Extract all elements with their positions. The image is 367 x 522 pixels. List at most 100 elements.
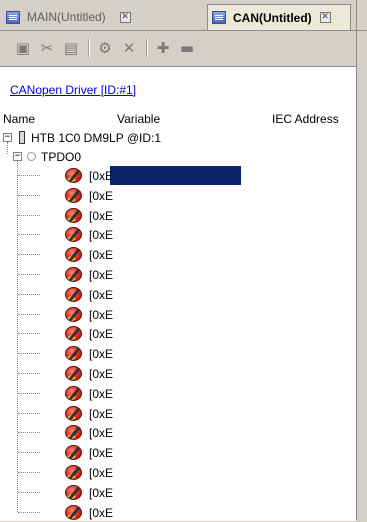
pdo-entry-icon [65, 247, 82, 262]
entry-label: [0xE [89, 486, 114, 500]
pdo-entry-icon [65, 168, 82, 183]
pdo-entry-icon [65, 505, 82, 520]
entry-label: [0xE [89, 268, 114, 282]
tree-line [18, 492, 40, 493]
tree-line [18, 373, 40, 374]
tree-line [18, 195, 40, 196]
entry-label: [0xE [89, 288, 114, 302]
tree-entry-row[interactable]: [0xE [0, 503, 356, 522]
cut-icon[interactable]: ✂ [38, 39, 56, 57]
tree-entry-row[interactable]: [0xE [0, 305, 356, 324]
tree-line [18, 254, 40, 255]
pdo-entry-icon [65, 346, 82, 361]
toolbar-separator [146, 39, 148, 57]
tree-entry-row[interactable]: [0xE [0, 443, 356, 462]
pdo-entry-icon [65, 386, 82, 401]
remove-icon[interactable]: ▬ [178, 39, 196, 57]
device-icon [19, 131, 25, 144]
add-icon[interactable]: ✚ [154, 39, 172, 57]
column-name[interactable]: Name [3, 112, 35, 126]
tree-entry-row[interactable]: [0xE [0, 166, 356, 185]
tree-line [18, 333, 40, 334]
panel-border [356, 0, 357, 520]
tree-line [18, 314, 40, 315]
tree-line [18, 234, 40, 235]
pdo-entry-icon [65, 227, 82, 242]
entry-label: [0xE [89, 407, 114, 421]
delete-icon[interactable]: ✕ [120, 39, 138, 57]
pdo-entry-icon [65, 366, 82, 381]
entry-label: [0xE [89, 347, 114, 361]
tree-line [18, 215, 40, 216]
tree-device-row[interactable]: − HTB 1C0 DM9LP @ID:1 [0, 128, 356, 147]
entry-label: [0xE [89, 308, 114, 322]
new-icon[interactable]: ▣ [14, 39, 32, 57]
variable-edit-field[interactable] [110, 166, 241, 185]
tree-entry-row[interactable]: [0xE [0, 463, 356, 482]
pdo-entry-icon [65, 188, 82, 203]
tree-entry-row[interactable]: [0xE [0, 344, 356, 363]
pdo-entry-icon [65, 445, 82, 460]
pdo-entry-icon [65, 326, 82, 341]
entry-label: [0xE [89, 426, 114, 440]
entry-label: [0xE [89, 189, 114, 203]
device-label: HTB 1C0 DM9LP @ID:1 [31, 131, 162, 145]
tree-entry-row[interactable]: [0xE [0, 245, 356, 264]
tree-entry-row[interactable]: [0xE [0, 483, 356, 502]
column-header: Name Variable IEC Address [0, 110, 356, 126]
pdo-entry-icon [65, 406, 82, 421]
tree-entry-row[interactable]: [0xE [0, 404, 356, 423]
tree-entry-row[interactable]: [0xE [0, 186, 356, 205]
close-icon[interactable]: ✕ [119, 11, 131, 23]
tab-main[interactable]: MAIN(Untitled) ✕ [2, 6, 206, 28]
tree-entry-row[interactable]: [0xE [0, 206, 356, 225]
content-panel: CANopen Driver [ID:#1] Name Variable IEC… [0, 66, 356, 521]
collapse-icon[interactable]: − [3, 133, 12, 142]
pdo-group-icon [27, 152, 36, 161]
tree-entry-row[interactable]: [0xE [0, 225, 356, 244]
tree-line [18, 274, 40, 275]
tree-entry-row[interactable]: [0xE [0, 324, 356, 343]
driver-link[interactable]: CANopen Driver [ID:#1] [10, 83, 136, 97]
tree-line [18, 413, 40, 414]
pdo-entry-icon [65, 465, 82, 480]
pdo-entry-icon [65, 425, 82, 440]
tree-line [18, 353, 40, 354]
tree-group-row[interactable]: − TPDO0 [0, 147, 356, 166]
tree-line [18, 175, 40, 176]
entry-label: [0xE [89, 387, 114, 401]
tree-entry-row[interactable]: [0xE [0, 265, 356, 284]
entry-label: [0xE [89, 169, 114, 183]
tree-entry-row[interactable]: [0xE [0, 285, 356, 304]
collapse-icon[interactable]: − [13, 152, 22, 161]
pdo-entry-icon [65, 287, 82, 302]
entry-label: [0xE [89, 209, 114, 223]
tab-divider [0, 30, 367, 31]
entry-label: [0xE [89, 228, 114, 242]
properties-icon[interactable]: ⚙ [96, 39, 114, 57]
column-variable[interactable]: Variable [117, 112, 160, 126]
toolbar-separator [88, 39, 90, 57]
tab-can-label: CAN(Untitled) [233, 10, 312, 25]
tree-entry-row[interactable]: [0xE [0, 423, 356, 442]
document-icon [212, 11, 226, 24]
entry-label: [0xE [89, 367, 114, 381]
tree-entry-row[interactable]: [0xE [0, 364, 356, 383]
tree-line [18, 452, 40, 453]
tree-entry-row[interactable]: [0xE [0, 384, 356, 403]
pdo-entry-icon [65, 485, 82, 500]
toolbar: ▣ ✂ ▤ ⚙ ✕ ✚ ▬ [0, 34, 356, 62]
group-label: TPDO0 [41, 150, 82, 164]
entry-label: [0xE [89, 327, 114, 341]
tree-line [7, 142, 8, 154]
column-iec-address[interactable]: IEC Address [272, 112, 339, 126]
tree-line [18, 393, 40, 394]
pdo-entry-icon [65, 307, 82, 322]
close-icon[interactable]: ✕ [319, 12, 331, 23]
tab-can[interactable]: CAN(Untitled) ✕ [207, 4, 351, 30]
pdo-entry-icon [65, 267, 82, 282]
tree-line [18, 432, 40, 433]
paste-icon[interactable]: ▤ [62, 39, 80, 57]
entry-label: [0xE [89, 466, 114, 480]
entry-label: [0xE [89, 506, 114, 520]
